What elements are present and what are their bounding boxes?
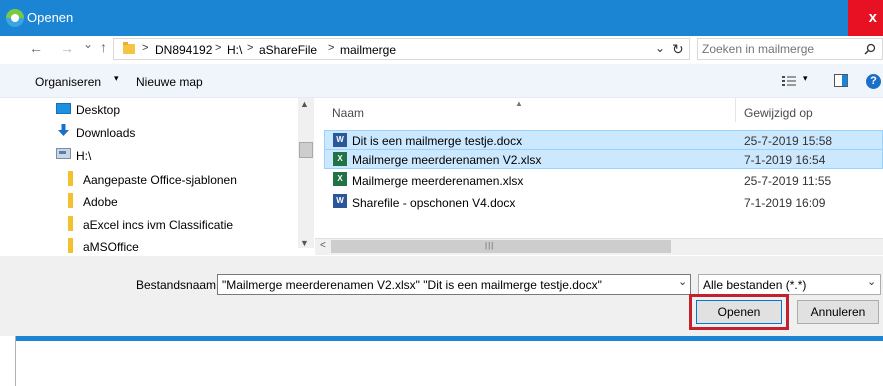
- file-name: Sharefile - opschonen V4.docx: [352, 196, 516, 210]
- desktop-icon: [56, 103, 71, 114]
- forward-icon[interactable]: →: [60, 40, 74, 56]
- folder-icon: [68, 238, 73, 253]
- file-name: Mailmerge meerderenamen V2.xlsx: [352, 153, 542, 167]
- file-modified-date: 25-7-2019 15:58: [744, 134, 833, 148]
- search-input[interactable]: [702, 41, 852, 57]
- background-window-edge: [15, 336, 16, 386]
- breadcrumb-item[interactable]: aShareFile: [259, 43, 317, 57]
- up-icon[interactable]: ↑: [100, 39, 107, 55]
- scroll-left-icon[interactable]: <: [320, 240, 326, 251]
- excel-file-icon: X: [333, 152, 347, 166]
- title-bar: [0, 0, 883, 36]
- address-bar[interactable]: > DN894192 > H:\ > aShareFile > mailmerg…: [113, 38, 690, 60]
- sidebar-item-desktop[interactable]: Desktop: [76, 103, 120, 117]
- column-divider[interactable]: [735, 98, 736, 122]
- breadcrumb-separator: >: [142, 42, 149, 54]
- word-file-icon: W: [333, 194, 347, 208]
- sidebar-item-downloads[interactable]: Downloads: [76, 126, 135, 140]
- new-folder-button[interactable]: Nieuwe map: [136, 75, 203, 89]
- preview-pane-icon[interactable]: [834, 74, 848, 87]
- search-field[interactable]: [697, 38, 883, 60]
- back-icon[interactable]: ←: [29, 40, 43, 56]
- folder-icon: [68, 216, 73, 231]
- dialog-bottom-border: [15, 336, 883, 341]
- sidebar-scrollbar-thumb[interactable]: [299, 142, 313, 158]
- column-header-modified[interactable]: Gewijzigd op: [744, 106, 813, 120]
- file-modified-date: 7-1-2019 16:54: [744, 153, 826, 167]
- view-options-icon[interactable]: [782, 75, 796, 87]
- scrollbar-grip-icon: |||: [485, 241, 495, 250]
- breadcrumb-item[interactable]: H:\: [227, 43, 242, 57]
- sidebar-item-office-templates[interactable]: Aangepaste Office-sjablonen: [83, 173, 237, 187]
- search-icon[interactable]: [864, 43, 876, 55]
- organize-menu-button[interactable]: Organiseren: [35, 75, 101, 89]
- download-icon: [58, 124, 69, 136]
- refresh-icon[interactable]: ↻: [672, 41, 684, 58]
- filename-input[interactable]: "Mailmerge meerderenamen V2.xlsx" "Dit i…: [217, 274, 691, 295]
- recent-locations-dropdown-icon[interactable]: ⌄: [83, 37, 93, 51]
- help-icon[interactable]: ?: [866, 74, 881, 89]
- horizontal-scrollbar-thumb[interactable]: [331, 240, 671, 253]
- excel-file-icon: X: [333, 172, 347, 186]
- breadcrumb-item[interactable]: DN894192: [155, 43, 212, 57]
- command-toolbar: [0, 64, 883, 98]
- file-name: Dit is een mailmerge testje.docx: [352, 134, 523, 148]
- open-button-highlight: [689, 294, 789, 330]
- file-modified-date: 25-7-2019 11:55: [744, 174, 832, 188]
- sidebar-item-adobe[interactable]: Adobe: [83, 195, 118, 209]
- address-dropdown-icon[interactable]: ⌄: [655, 41, 665, 55]
- breadcrumb-separator: >: [328, 42, 335, 54]
- sidebar-item-aexcel[interactable]: aExcel incs ivm Classificatie: [83, 218, 233, 232]
- close-button[interactable]: x: [848, 0, 883, 36]
- view-dropdown-icon[interactable]: ▾: [803, 73, 808, 84]
- folder-icon: [68, 171, 73, 186]
- word-file-icon: W: [333, 133, 347, 147]
- sort-ascending-icon: ▲: [515, 99, 523, 108]
- sidebar-item-h-drive[interactable]: H:\: [76, 149, 91, 163]
- filetype-dropdown-icon[interactable]: ⌄: [867, 275, 876, 288]
- column-header-name[interactable]: Naam: [332, 106, 364, 120]
- sidebar-item-amsoffice[interactable]: aMSOffice: [83, 240, 139, 254]
- drive-icon: [56, 148, 71, 159]
- scroll-down-icon[interactable]: ▼: [300, 238, 309, 248]
- sidebar-scrollbar[interactable]: [298, 98, 314, 248]
- breadcrumb-separator: >: [215, 42, 222, 54]
- edge-app-icon: [6, 9, 24, 27]
- folder-icon: [123, 42, 135, 54]
- window-title: Openen: [27, 10, 74, 25]
- filename-label: Bestandsnaam:: [136, 278, 220, 292]
- breadcrumb-separator: >: [247, 42, 254, 54]
- filename-dropdown-icon[interactable]: ⌄: [678, 275, 687, 288]
- filetype-select[interactable]: Alle bestanden (*.*): [698, 274, 881, 295]
- organize-dropdown-icon: ▾: [114, 73, 119, 83]
- file-name: Mailmerge meerderenamen.xlsx: [352, 174, 524, 188]
- breadcrumb-item[interactable]: mailmerge: [340, 43, 396, 57]
- cancel-button[interactable]: Annuleren: [797, 300, 879, 324]
- scroll-up-icon[interactable]: ▲: [300, 99, 309, 109]
- file-modified-date: 7-1-2019 16:09: [744, 196, 826, 210]
- folder-icon: [68, 193, 73, 208]
